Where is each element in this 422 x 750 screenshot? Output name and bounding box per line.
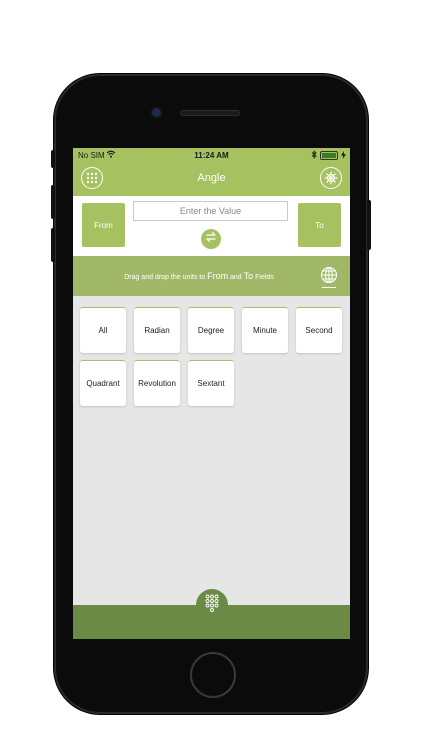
earpiece-speaker xyxy=(180,110,240,116)
keypad-icon xyxy=(205,594,219,617)
volume-down-button xyxy=(51,228,55,262)
page-title: Angle xyxy=(197,172,226,184)
status-bar: No SIM 11:24 AM xyxy=(73,148,350,162)
swap-button[interactable] xyxy=(201,229,221,249)
unit-tile-minute[interactable]: Minute xyxy=(242,307,288,353)
status-right xyxy=(311,150,346,161)
hint-text: Drag and drop the units to From and To F… xyxy=(73,271,325,281)
gear-icon[interactable] xyxy=(320,167,342,189)
unit-tile-all[interactable]: All xyxy=(80,307,126,353)
clock: 11:24 AM xyxy=(194,151,229,160)
unit-tile-radian[interactable]: Radian xyxy=(134,307,180,353)
from-drop-zone[interactable]: From xyxy=(82,203,125,247)
hint-from-word: From xyxy=(207,271,229,281)
charging-icon xyxy=(341,150,346,161)
unit-tile-second[interactable]: Second xyxy=(296,307,342,353)
power-button xyxy=(367,200,371,250)
front-camera xyxy=(152,108,161,117)
swap-arrows-icon xyxy=(205,230,217,248)
unit-tile-sextant[interactable]: Sextant xyxy=(188,360,234,406)
to-drop-zone[interactable]: To xyxy=(298,203,341,247)
converter-panel: From To xyxy=(73,196,350,256)
hint-part3: Fields xyxy=(253,274,274,281)
battery-icon xyxy=(320,151,338,160)
volume-up-button xyxy=(51,185,55,219)
hint-bar: Drag and drop the units to From and To F… xyxy=(73,256,350,296)
bluetooth-icon xyxy=(311,150,317,161)
unit-tile-revolution[interactable]: Revolution xyxy=(134,360,180,406)
app-screen: No SIM 11:24 AM Angle From Enter the Val… xyxy=(73,148,350,639)
hint-part1: Drag and drop the units to xyxy=(124,274,208,281)
globe-underline xyxy=(322,287,336,288)
nav-bar: Angle xyxy=(73,162,350,196)
globe-icon[interactable] xyxy=(320,266,338,284)
unit-tile-quadrant[interactable]: Quadrant xyxy=(80,360,126,406)
value-input[interactable] xyxy=(133,201,288,221)
hint-part2: and xyxy=(228,274,244,281)
unit-tile-degree[interactable]: Degree xyxy=(188,307,234,353)
keypad-button[interactable] xyxy=(196,589,228,621)
silent-switch xyxy=(51,150,55,168)
home-button[interactable] xyxy=(190,652,236,698)
hint-to-word: To xyxy=(243,271,254,281)
